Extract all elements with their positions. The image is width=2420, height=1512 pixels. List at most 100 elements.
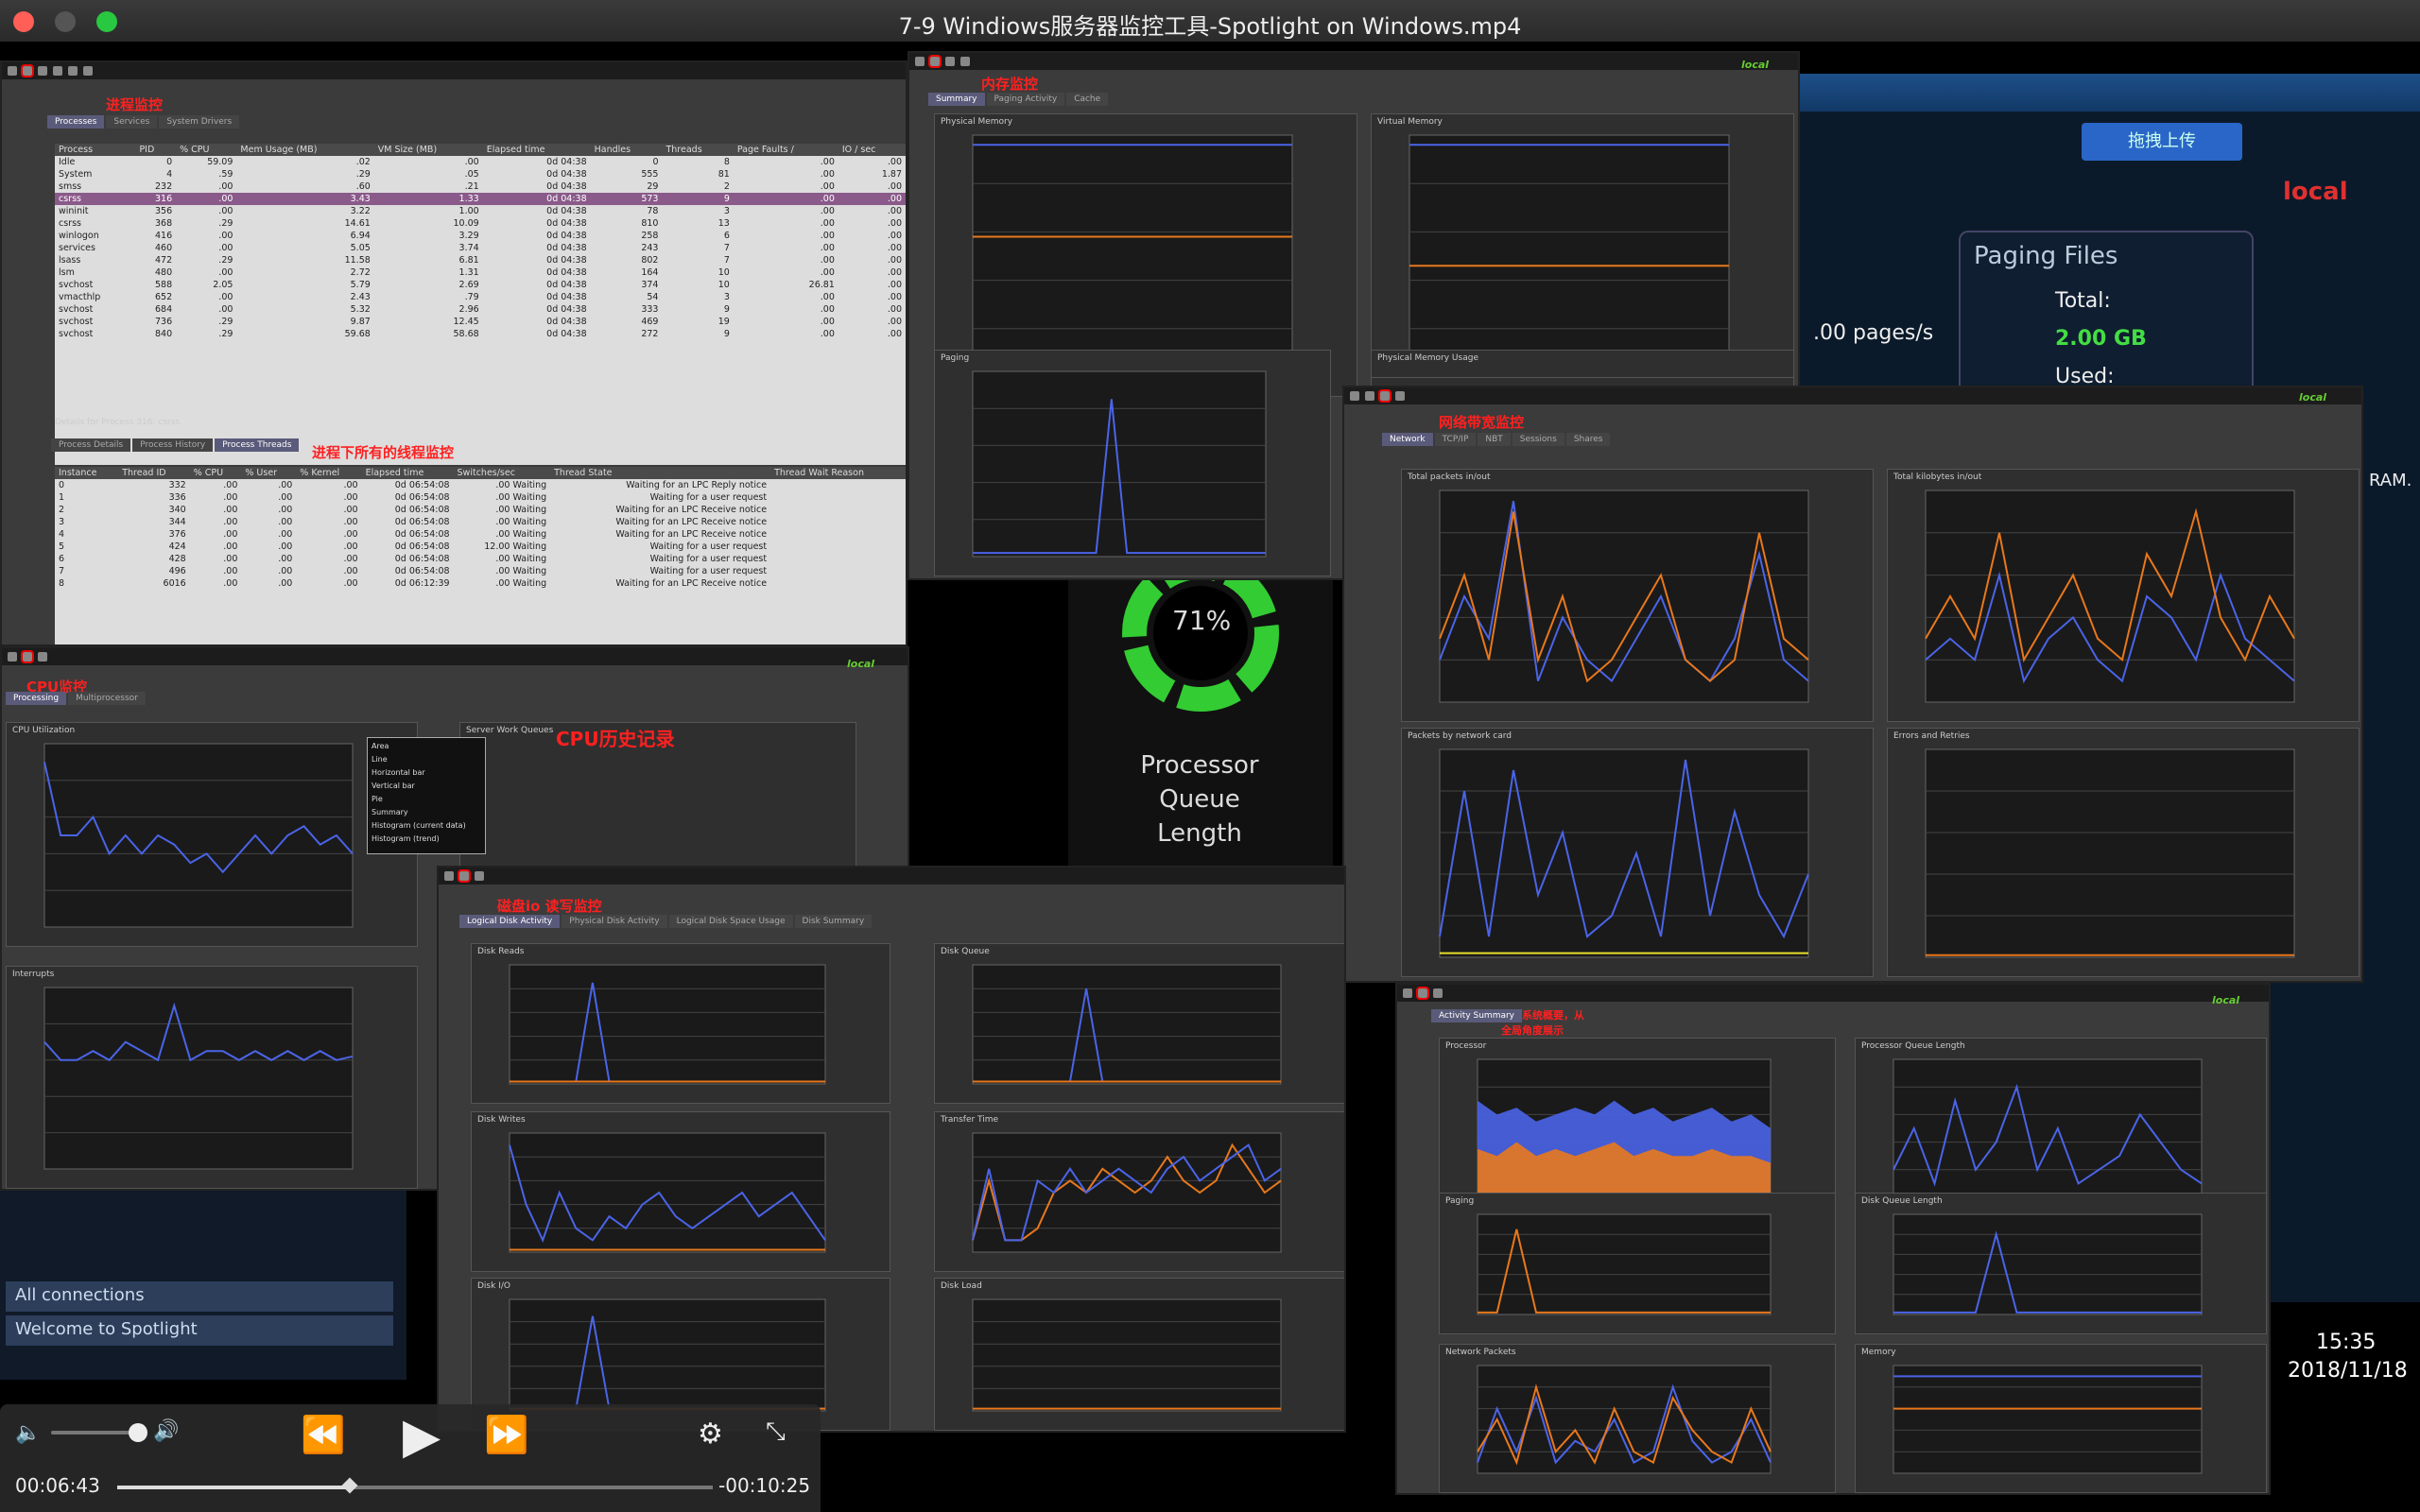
tab-item[interactable]: Multiprocessor	[68, 692, 146, 705]
tab-item[interactable]: Process Details	[51, 438, 131, 452]
tab-services[interactable]: Services	[106, 115, 158, 129]
rewind-button[interactable]: ⏪	[301, 1414, 345, 1456]
home-icon[interactable]	[1403, 988, 1412, 998]
table-row[interactable]: svchost 736 .29 9.87 12.45 0d 04:38 469 19 .00 .0…	[55, 316, 906, 328]
table-row[interactable]: vmacthlp 652 .00 2.43 .79 0d 04:38 54 3 .00 .00	[55, 291, 906, 303]
table-row[interactable]: winlogon 416 .00 6.94 3.29 0d 04:38 258 6 .00 .00	[55, 230, 906, 242]
table-row[interactable]: lsm 480 .00 2.72 1.31 0d 04:38 164 10 .00 .00	[55, 266, 906, 279]
col-header[interactable]: Threads	[662, 144, 734, 156]
disk-view-icon[interactable]	[945, 57, 955, 66]
tab-processes[interactable]: Processes	[47, 115, 105, 129]
memory-view-icon[interactable]	[38, 652, 47, 662]
table-row[interactable]: 3 344 .00 .00 .00 0d 06:54:08 .00 Waiting Waiti…	[55, 516, 906, 528]
play-button[interactable]: ▶	[403, 1408, 441, 1465]
table-row[interactable]: services 460 .00 5.05 3.74 0d 04:38 243 7 .00 .00	[55, 242, 906, 254]
volume-slider[interactable]	[51, 1423, 147, 1442]
col-header[interactable]: Page Faults /	[733, 144, 838, 156]
table-row[interactable]: 7 496 .00 .00 .00 0d 06:54:08 .00 Waiting Waiti…	[55, 565, 906, 577]
tab-item[interactable]: NBT	[1478, 433, 1511, 446]
activity-view-icon[interactable]	[1416, 987, 1429, 1000]
memory-view-icon[interactable]	[53, 66, 62, 76]
network-view-icon[interactable]	[475, 871, 484, 881]
tab-item[interactable]: Cache	[1066, 93, 1109, 106]
process-view-icon[interactable]	[1365, 391, 1374, 401]
network-view-icon[interactable]	[960, 57, 970, 66]
process-view-icon[interactable]	[21, 64, 34, 77]
home-icon[interactable]	[8, 66, 17, 76]
col-header[interactable]: Mem Usage (MB)	[236, 144, 374, 156]
disk-view-icon[interactable]	[1395, 391, 1405, 401]
table-row[interactable]: wininit 356 .00 3.22 1.00 0d 04:38 78 3 .00 .00	[55, 205, 906, 217]
col-header[interactable]: Instance	[55, 467, 119, 479]
table-row[interactable]: lsass 472 .29 11.58 6.81 0d 04:38 802 7 .00 .00	[55, 254, 906, 266]
table-row[interactable]: 0 332 .00 .00 .00 0d 06:54:08 .00 Waiting Waiti…	[55, 479, 906, 491]
tab-item[interactable]: TCP/IP	[1434, 433, 1477, 446]
table-row[interactable]: 2 340 .00 .00 .00 0d 06:54:08 .00 Waiting Waiti…	[55, 504, 906, 516]
welcome-link[interactable]: Welcome to Spotlight	[6, 1315, 393, 1346]
settings-icon[interactable]: ⚙	[698, 1418, 723, 1451]
col-header[interactable]: Handles	[590, 144, 663, 156]
col-header[interactable]: PID	[135, 144, 177, 156]
table-row[interactable]: 5 424 .00 .00 .00 0d 06:54:08 12.00 Waiting Wai…	[55, 541, 906, 553]
memory-view-icon[interactable]	[928, 55, 942, 68]
col-header[interactable]: VM Size (MB)	[373, 144, 483, 156]
table-row[interactable]: System 4 .59 .29 .05 0d 04:38 555 81 .00 1.87	[55, 168, 906, 180]
tab-item[interactable]: Process Threads	[215, 438, 300, 452]
volume-icon[interactable]: 🔈	[15, 1421, 41, 1445]
tab-activity-summary[interactable]: Activity Summary	[1431, 1009, 1523, 1022]
all-connections[interactable]: All connections	[6, 1281, 393, 1312]
col-header[interactable]: IO / sec	[838, 144, 906, 156]
tab-item[interactable]: Disk Summary	[794, 915, 873, 928]
chart-menu-item[interactable]: Area	[372, 740, 481, 753]
chart-menu-item[interactable]: Histogram (trend)	[372, 833, 481, 846]
home-icon[interactable]	[1350, 391, 1359, 401]
table-row[interactable]: Idle 0 59.09 .02 .00 0d 04:38 0 8 .00 .00	[55, 156, 906, 168]
cpu-view-icon[interactable]	[21, 650, 34, 663]
chart-menu-item[interactable]: Pie	[372, 793, 481, 806]
network-view-icon[interactable]	[1378, 389, 1392, 403]
tab-item[interactable]: Process History	[132, 438, 214, 452]
table-row[interactable]: svchost 684 .00 5.32 2.96 0d 04:38 333 9 .00 .00	[55, 303, 906, 316]
tab-item[interactable]: Network	[1382, 433, 1433, 446]
chart-menu-item[interactable]: Line	[372, 753, 481, 766]
table-row[interactable]: svchost 588 2.05 5.79 2.69 0d 04:38 374 10 26.81…	[55, 279, 906, 291]
tab-item[interactable]: Sessions	[1512, 433, 1564, 446]
col-header[interactable]: % Kernel	[296, 467, 362, 479]
disk-view-icon[interactable]	[1433, 988, 1443, 998]
col-header[interactable]: Thread State	[550, 467, 771, 479]
table-row[interactable]: 6 428 .00 .00 .00 0d 06:54:08 .00 Waiting Waiti…	[55, 553, 906, 565]
tab-item[interactable]: Physical Disk Activity	[562, 915, 667, 928]
cpu-view-icon[interactable]	[38, 66, 47, 76]
table-row[interactable]: csrss 316.00 3.43 1.33 0d 04:38 573 9.00.00	[55, 193, 906, 205]
fast-forward-button[interactable]: ⏩	[484, 1414, 528, 1456]
fullscreen-icon[interactable]: ⤡	[766, 1418, 786, 1447]
disk-view-icon[interactable]	[68, 66, 78, 76]
col-header[interactable]: % CPU	[176, 144, 237, 156]
table-row[interactable]: 8 6016 .00 .00 .00 0d 06:12:39 .00 Waiting Wait…	[55, 577, 906, 590]
tab-item[interactable]: Logical Disk Activity	[459, 915, 561, 928]
table-row[interactable]: smss 232 .00 .60 .21 0d 04:38 29 2 .00 .00	[55, 180, 906, 193]
col-header[interactable]: % CPU	[189, 467, 242, 479]
volume-max-icon[interactable]: 🔊	[153, 1419, 179, 1443]
chart-menu-item[interactable]: Summary	[372, 806, 481, 819]
tab-item[interactable]: Processing	[6, 692, 67, 705]
upload-button[interactable]: 拖拽上传	[2082, 123, 2242, 161]
table-row[interactable]: 1 336 .00 .00 .00 0d 06:54:08 .00 Waiting Waiti…	[55, 491, 906, 504]
table-row[interactable]: csrss 368 .29 14.61 10.09 0d 04:38 810 13 .00 .00	[55, 217, 906, 230]
network-view-icon[interactable]	[83, 66, 93, 76]
home-icon[interactable]	[444, 871, 454, 881]
home-icon[interactable]	[915, 57, 925, 66]
table-row[interactable]: svchost 840 .29 59.68 58.68 0d 04:38 272 9 .00 .0…	[55, 328, 906, 340]
chart-menu-item[interactable]: Horizontal bar	[372, 766, 481, 780]
tab-item[interactable]: Shares	[1565, 433, 1611, 446]
col-header[interactable]: Elapsed time	[361, 467, 454, 479]
tab-item[interactable]: Summary	[928, 93, 985, 106]
home-icon[interactable]	[8, 652, 17, 662]
seek-bar[interactable]	[117, 1477, 713, 1494]
col-header[interactable]: Thread Wait Reason	[770, 467, 906, 479]
chart-menu-item[interactable]: Vertical bar	[372, 780, 481, 793]
col-header[interactable]: Process	[55, 144, 136, 156]
col-header[interactable]: Switches/sec	[453, 467, 551, 479]
col-header[interactable]: Elapsed time	[482, 144, 591, 156]
tab-item[interactable]: Logical Disk Space Usage	[668, 915, 793, 928]
